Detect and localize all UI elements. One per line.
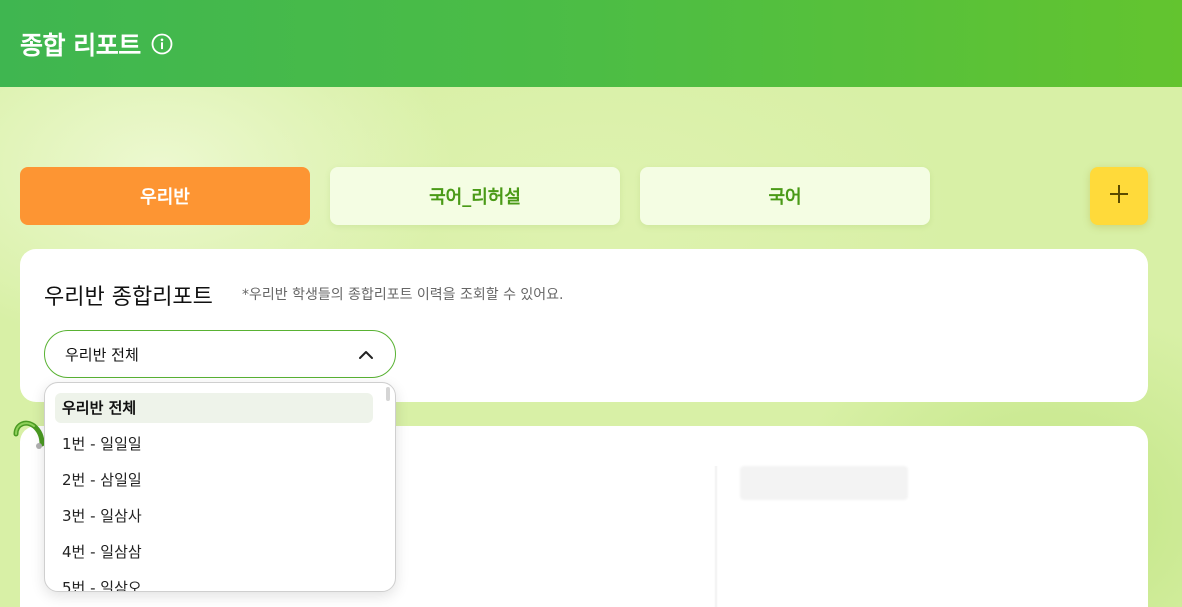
option-student-1[interactable]: 1번 - 일일일 (55, 429, 373, 459)
chevron-up-icon (357, 346, 375, 364)
tab-korean-rehearsal[interactable]: 국어_리허설 (330, 167, 620, 225)
student-select-value: 우리반 전체 (65, 345, 139, 364)
page-title: 종합 리포트 (20, 30, 141, 60)
tab-label: 우리반 (140, 187, 190, 208)
page-header: 종합 리포트 (0, 0, 1182, 87)
option-student-3[interactable]: 3번 - 일삼사 (55, 501, 373, 531)
report-title: 우리반 종합리포트 (44, 285, 213, 310)
option-class-all[interactable]: 우리반 전체 (55, 393, 373, 423)
option-student-2[interactable]: 2번 - 삼일일 (55, 465, 373, 495)
option-student-4[interactable]: 4번 - 일삼삼 (55, 537, 373, 567)
dropdown-scrollbar[interactable] (386, 387, 390, 401)
info-circle-icon[interactable] (151, 33, 173, 55)
add-tab-button[interactable] (1090, 167, 1148, 225)
loading-placeholder (740, 466, 908, 500)
tab-korean[interactable]: 국어 (640, 167, 930, 225)
report-description: *우리반 학생들의 종합리포트 이력을 조회할 수 있어요. (242, 287, 564, 303)
dropdown-options: 우리반 전체 1번 - 일일일 2번 - 삼일일 3번 - 일삼사 4번 - 일… (55, 393, 373, 591)
student-select-dropdown[interactable]: 우리반 전체 1번 - 일일일 2번 - 삼일일 3번 - 일삼사 4번 - 일… (44, 382, 396, 592)
tab-label: 국어_리허설 (429, 187, 521, 208)
content-divider (714, 466, 718, 607)
option-student-5[interactable]: 5번 - 일삼오 (55, 573, 373, 591)
tab-label: 국어 (768, 187, 802, 208)
tab-class-all[interactable]: 우리반 (20, 167, 310, 225)
ring-decoration (13, 420, 45, 449)
plus-icon (1108, 183, 1130, 209)
report-filter-card: 우리반 종합리포트 *우리반 학생들의 종합리포트 이력을 조회할 수 있어요.… (20, 249, 1148, 402)
student-select[interactable]: 우리반 전체 (44, 330, 396, 378)
